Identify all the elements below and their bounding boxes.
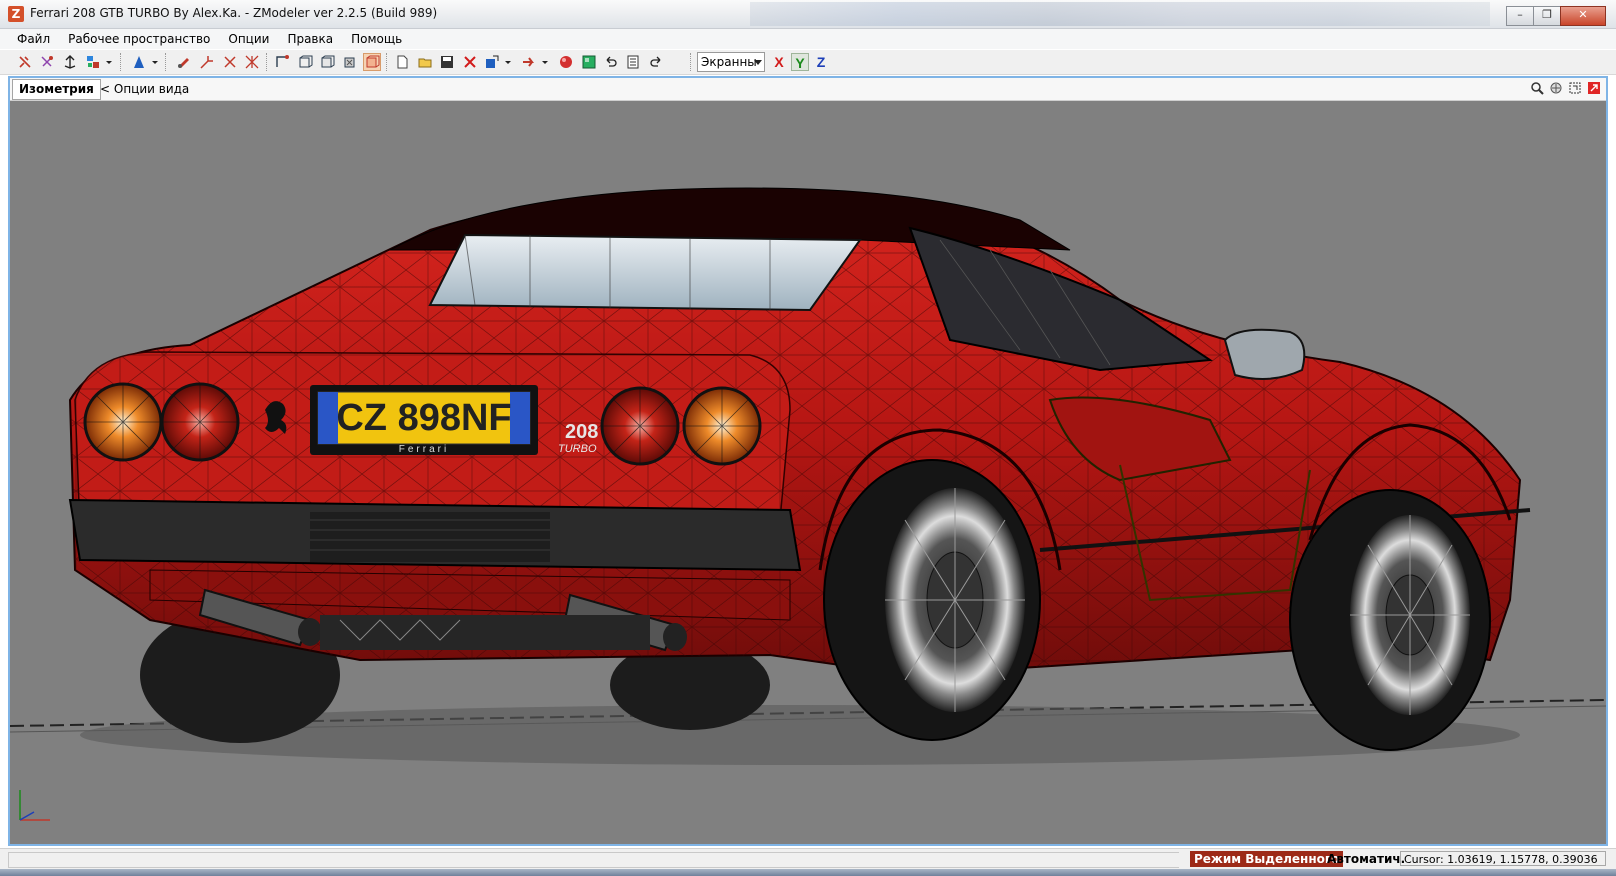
viewport-header: Изометрия < Опции вида xyxy=(10,78,1606,101)
dropdown-arrow-icon[interactable] xyxy=(104,53,114,71)
view-options-toggle[interactable]: < Опции вида xyxy=(100,80,189,98)
solid-mode-icon[interactable] xyxy=(363,53,381,71)
axis-z-toggle[interactable]: Z xyxy=(812,53,830,71)
view-mode-value: Экранны xyxy=(701,55,757,69)
object-mode-icon[interactable] xyxy=(341,53,359,71)
restore-button[interactable]: ❐ xyxy=(1533,6,1561,26)
material-sphere-icon[interactable] xyxy=(557,53,575,71)
zoom-icon[interactable] xyxy=(1529,80,1545,96)
selection-mode-indicator[interactable]: Режим Выделенного xyxy=(1190,851,1344,867)
properties-icon[interactable] xyxy=(624,53,642,71)
select-tool-icon[interactable] xyxy=(16,53,34,71)
texture-icon[interactable] xyxy=(580,53,598,71)
group-tool-icon[interactable] xyxy=(84,53,102,71)
dropdown-arrow-icon[interactable] xyxy=(540,53,550,71)
model-badge-text: 208 xyxy=(565,421,598,443)
edge-mode-icon[interactable] xyxy=(296,53,314,71)
status-bar: Режим Выделенного Автоматич. Cursor: 1.0… xyxy=(0,848,1616,869)
title-bar-background xyxy=(750,2,1490,26)
plate-brand-text: Ferrari xyxy=(399,444,449,455)
viewport-view-tab[interactable]: Изометрия xyxy=(12,79,101,100)
save-icon[interactable] xyxy=(438,53,456,71)
paint-tool-icon[interactable] xyxy=(175,53,193,71)
axis-y-toggle[interactable]: Y xyxy=(791,53,809,71)
toolbar-separator xyxy=(690,53,691,71)
viewport-controls xyxy=(1529,80,1602,96)
viewport[interactable]: Изометрия < Опции вида CZ 898NF Ferrari … xyxy=(8,76,1608,846)
cursor-coordinates: Cursor: 1.03619, 1.15778, 0.39036 xyxy=(1400,851,1606,866)
car-render: CZ 898NF Ferrari 208 TURBO xyxy=(9,187,1607,821)
menu-bar: Файл Рабочее пространство Опции Правка П… xyxy=(0,29,1616,49)
cone-create-icon[interactable] xyxy=(130,53,148,71)
undo-icon[interactable] xyxy=(602,53,620,71)
fit-view-icon[interactable] xyxy=(1567,80,1583,96)
face-mode-icon[interactable] xyxy=(318,53,336,71)
view-mode-select[interactable]: Экранны xyxy=(697,52,765,72)
import-icon[interactable] xyxy=(483,53,501,71)
axis-tool-icon[interactable] xyxy=(243,53,261,71)
os-taskbar xyxy=(0,869,1616,876)
menu-help[interactable]: Помощь xyxy=(342,29,411,49)
redo-icon[interactable] xyxy=(647,53,665,71)
toolbar-separator xyxy=(120,53,121,71)
turbo-badge-text: TURBO xyxy=(558,443,597,455)
maximize-viewport-icon[interactable] xyxy=(1586,80,1602,96)
new-file-icon[interactable] xyxy=(393,53,411,71)
minimize-button[interactable]: – xyxy=(1506,6,1534,26)
3d-scene[interactable]: CZ 898NF Ferrari 208 TURBO xyxy=(9,100,1607,844)
license-plate-text: CZ 898NF xyxy=(336,397,511,439)
menu-file[interactable]: Файл xyxy=(8,29,59,49)
auto-mode-indicator[interactable]: Автоматич. xyxy=(1327,851,1405,867)
open-folder-icon[interactable] xyxy=(416,53,434,71)
dropdown-arrow-icon[interactable] xyxy=(150,53,160,71)
select-vertex-icon[interactable] xyxy=(38,53,56,71)
window-controls: – ❐ ✕ xyxy=(1506,6,1606,26)
export-icon[interactable] xyxy=(520,53,538,71)
close-button[interactable]: ✕ xyxy=(1560,6,1606,26)
menu-workspace[interactable]: Рабочее пространство xyxy=(59,29,219,49)
chevron-down-icon xyxy=(754,60,762,65)
scale-tool-icon[interactable] xyxy=(198,53,216,71)
rotate-tool-icon[interactable] xyxy=(221,53,239,71)
toolbar-separator xyxy=(386,53,387,71)
toolbar-separator xyxy=(266,53,267,71)
move-tool-icon[interactable] xyxy=(61,53,79,71)
status-message-area xyxy=(8,852,1179,868)
pan-hand-icon[interactable] xyxy=(1548,80,1564,96)
vertex-mode-icon[interactable] xyxy=(273,53,291,71)
window-title: Ferrari 208 GTB TURBO By Alex.Ka. - ZMod… xyxy=(30,6,438,20)
menu-options[interactable]: Опции xyxy=(219,29,278,49)
toolbar-separator xyxy=(165,53,166,71)
main-toolbar: Экранны X Y Z xyxy=(0,50,1616,75)
title-bar: Z Ferrari 208 GTB TURBO By Alex.Ka. - ZM… xyxy=(0,0,1616,29)
delete-icon[interactable] xyxy=(461,53,479,71)
menu-edit[interactable]: Правка xyxy=(278,29,342,49)
zmodeler-app-icon[interactable]: Z xyxy=(8,6,24,22)
dropdown-arrow-icon[interactable] xyxy=(503,53,513,71)
axis-x-toggle[interactable]: X xyxy=(770,53,788,71)
